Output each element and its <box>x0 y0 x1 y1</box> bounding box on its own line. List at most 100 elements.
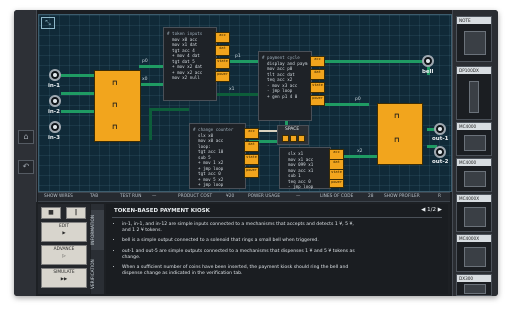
info-pager: ◀ 1/2 ▶ <box>421 207 442 213</box>
memory-pad <box>282 135 289 142</box>
part-label: DX300 <box>457 275 491 282</box>
register-state: state <box>310 82 325 93</box>
chip-code[interactable]: # payment cycle display and paym mov acc… <box>262 55 307 99</box>
power-usage-value: — <box>296 194 301 199</box>
part-mc4000x[interactable]: MC4000X <box>456 194 492 232</box>
chip-code[interactable]: slx x1 mov x1 acc mov 099 x1 mov acc x1 … <box>283 151 313 190</box>
register-acc: acc <box>310 56 325 67</box>
register-power: power <box>329 179 344 188</box>
token-sensor-block[interactable]: ⊓ ⊓ ⊓ <box>94 70 141 142</box>
chip-icon <box>464 135 486 151</box>
next-page-icon[interactable]: ▶ <box>436 207 442 213</box>
simulation-controls: ■ ‖ EDIT ▶ ADVANCE ▷ SIMULATE ▶▶ <box>38 204 90 294</box>
input-port-in3[interactable] <box>49 121 61 133</box>
stop-button[interactable]: ■ <box>41 207 61 219</box>
edit-button[interactable]: EDIT ▶ <box>41 222 87 242</box>
show-profiler-label[interactable]: SHOW PROFILER <box>384 194 420 200</box>
pause-button[interactable]: ‖ <box>66 207 86 219</box>
register-acc: acc <box>244 128 259 139</box>
input-port-in1[interactable] <box>49 69 61 81</box>
wire <box>149 108 152 140</box>
wire <box>61 92 97 95</box>
chip-icon <box>464 171 486 187</box>
chip-code[interactable]: # change counter slx x0 mov x0 acc loop:… <box>193 127 233 188</box>
chip-icon <box>464 207 486 227</box>
register-state: state <box>244 154 259 165</box>
pulse-icon: ⊓ <box>112 79 118 87</box>
part-label: MC4000 <box>457 159 491 166</box>
simulate-button[interactable]: SIMULATE ▶▶ <box>41 268 87 288</box>
part-mc4000x[interactable]: MC4000X <box>456 234 492 272</box>
part-dx300[interactable]: DX300 <box>456 274 492 296</box>
microcontroller-chip[interactable]: slx x1 mov x1 acc mov 099 x1 mov acc x1 … <box>279 147 331 189</box>
output-port-out1[interactable] <box>434 123 446 135</box>
display-icon <box>469 81 479 113</box>
advance-button[interactable]: ADVANCE ▷ <box>41 245 87 265</box>
chip-icon <box>464 247 486 267</box>
part-mc4000[interactable]: MC4000 <box>456 122 492 156</box>
part-label: NOTE <box>457 17 491 24</box>
tab-information[interactable]: INFORMATION <box>91 210 104 250</box>
pulse-icon: ⊓ <box>394 136 400 144</box>
port-label: bell <box>422 69 434 75</box>
memory-module[interactable]: SPACE <box>277 125 309 145</box>
circuit-board[interactable]: ⤡ p0 x0 p1 x1 p0 x2 in-1 in-2 in-3 ⊓ ⊓ ⊓… <box>38 14 452 192</box>
tab-verification[interactable]: VERIFICATION <box>91 254 104 294</box>
power-usage-label: POWER USAGE <box>248 194 281 199</box>
port-label: out-2 <box>432 159 449 165</box>
memory-pad <box>290 135 297 142</box>
list-item: in-1, in-1, and in-12 are simple inputs … <box>122 222 362 234</box>
product-cost-value: ¥20 <box>226 194 235 199</box>
list-item: bell is a simple output connected to a s… <box>122 238 362 244</box>
show-profiler-key: R <box>438 194 441 199</box>
info-title: TOKEN-BASED PAYMENT KIOSK <box>114 208 210 214</box>
advance-icon: ▷ <box>62 254 66 259</box>
wire <box>149 108 189 111</box>
wire-label: x1 <box>229 87 235 92</box>
pulse-icon: ⊓ <box>112 101 118 109</box>
port-label: in-1 <box>48 83 60 89</box>
register-power: power <box>215 71 230 82</box>
port-label: in-3 <box>48 135 60 141</box>
output-port-out2[interactable] <box>434 146 446 158</box>
port-label: in-2 <box>48 109 60 115</box>
wire <box>139 65 163 68</box>
simulate-icon: ▶▶ <box>60 277 68 282</box>
memory-label: SPACE <box>285 127 300 132</box>
register-dat: dat <box>215 45 230 56</box>
wire <box>309 60 429 63</box>
divider <box>112 217 442 218</box>
wire-label: p1 <box>235 54 241 59</box>
show-wires-key: TAB <box>90 194 99 199</box>
expand-icon[interactable]: ⤡ <box>41 17 55 29</box>
test-run-value: — <box>152 194 157 199</box>
pulse-icon: ⊓ <box>112 123 118 131</box>
show-wires-label[interactable]: SHOW WIRES <box>44 194 73 200</box>
part-dp100dx[interactable]: DP100DX <box>456 66 492 120</box>
wire-label: x2 <box>357 149 363 154</box>
undo-icon[interactable]: ↶ <box>18 160 34 174</box>
edit-icon: ▶ <box>62 231 66 236</box>
test-run-label[interactable]: TEST RUN <box>120 194 141 200</box>
microcontroller-chip[interactable]: # change counter slx x0 mov x0 acc loop:… <box>189 123 246 189</box>
microcontroller-chip[interactable]: # payment cycle display and paym mov acc… <box>258 51 312 121</box>
wire <box>61 74 97 77</box>
list-item: When a sufficient number of coins have b… <box>122 265 362 277</box>
part-note[interactable]: NOTE <box>456 16 492 62</box>
register-power: power <box>310 95 325 106</box>
parts-palette: NOTE DP100DX MC4000 MC4000 MC4000X MC400… <box>452 10 498 296</box>
part-label: MC4000X <box>457 195 491 202</box>
register-dat: dat <box>244 141 259 152</box>
home-icon[interactable]: ⌂ <box>18 130 34 144</box>
page-indicator: 1/2 <box>427 207 437 213</box>
advance-label: ADVANCE <box>53 247 75 252</box>
part-mc4000[interactable]: MC4000 <box>456 158 492 192</box>
product-cost-label: PRODUCT COST <box>178 194 213 199</box>
output-port-bell[interactable] <box>422 55 434 67</box>
lines-of-code-value: 28 <box>368 194 374 199</box>
dispenser-block[interactable]: ⊓ ⊓ <box>377 103 423 165</box>
input-port-in2[interactable] <box>49 95 61 107</box>
microcontroller-chip[interactable]: # token inputs mov x0 acc mov x1 dat tgt… <box>163 27 217 101</box>
chip-code[interactable]: # token inputs mov x0 acc mov x1 dat tgt… <box>167 31 202 81</box>
register-power: power <box>244 167 259 178</box>
